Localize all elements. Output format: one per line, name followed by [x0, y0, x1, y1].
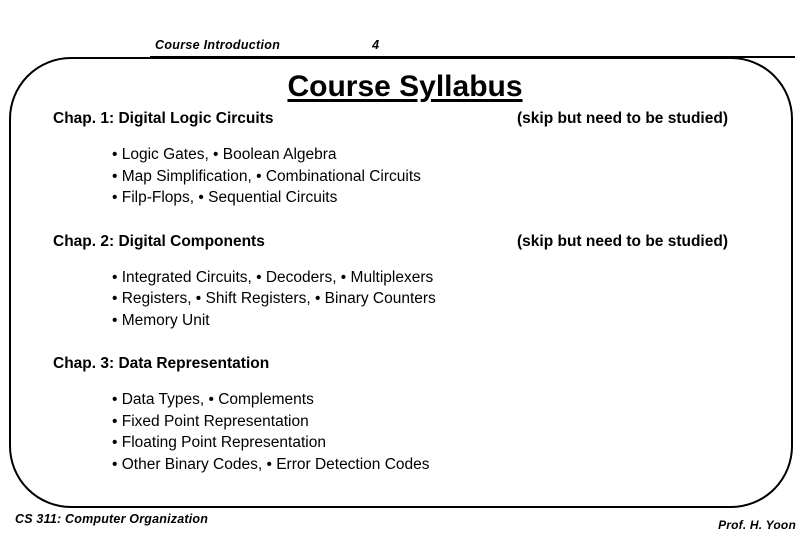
list-item: • Other Binary Codes, • Error Detection …: [112, 455, 430, 473]
chapter-title-2: Chap. 2: Digital Components: [53, 232, 265, 250]
header-rule: [150, 56, 795, 58]
page-title-text: Course Syllabus: [287, 70, 523, 103]
chapter-block-1: Chap. 1: Digital Logic Circuits (skip bu…: [0, 110, 810, 209]
header-course-label: Course Introduction: [155, 38, 281, 52]
list-item: • Data Types, • Complements: [112, 391, 314, 408]
chapter-note-1: (skip but need to be studied): [517, 110, 728, 127]
footer-course-name: CS 311: Computer Organization: [15, 512, 209, 526]
chapter-heading-row-1: Chap. 1: Digital Logic Circuits (skip bu…: [0, 110, 810, 128]
chapter-heading-row-3: Chap. 3: Data Representation: [0, 355, 810, 373]
chapter-title-3: Chap. 3: Data Representation: [53, 355, 270, 372]
list-item: • Registers, • Shift Registers, • Binary…: [112, 290, 436, 307]
header-page-number: 4: [372, 38, 380, 52]
list-item: • Fixed Point Representation: [112, 412, 309, 430]
list-item: • Map Simplification, • Combinational Ci…: [112, 167, 421, 185]
list-item: • Integrated Circuits, • Decoders, • Mul…: [112, 268, 434, 286]
list-item: • Memory Unit: [112, 311, 210, 329]
page-title: Course Syllabus: [0, 70, 810, 104]
list-item: • Floating Point Representation: [112, 434, 326, 451]
list-item: • Logic Gates, • Boolean Algebra: [112, 146, 337, 163]
slide-header: Course Introduction 4: [155, 38, 575, 56]
list-item: • Filp-Flops, • Sequential Circuits: [112, 189, 338, 206]
chapter-topics-2: • Integrated Circuits, • Decoders, • Mul…: [0, 267, 810, 332]
chapter-topics-3: • Data Types, • Complements • Fixed Poin…: [0, 389, 810, 475]
chapter-block-3: Chap. 3: Data Representation • Data Type…: [0, 355, 810, 475]
chapter-title-1: Chap. 1: Digital Logic Circuits: [53, 110, 274, 127]
chapter-heading-row-2: Chap. 2: Digital Components (skip but ne…: [0, 233, 810, 251]
chapter-topics-1: • Logic Gates, • Boolean Algebra • Map S…: [0, 144, 810, 209]
chapter-note-2: (skip but need to be studied): [517, 232, 728, 250]
syllabus-content: Chap. 1: Digital Logic Circuits (skip bu…: [0, 110, 810, 475]
footer-instructor-name: Prof. H. Yoon: [718, 518, 796, 532]
chapter-block-2: Chap. 2: Digital Components (skip but ne…: [0, 233, 810, 332]
